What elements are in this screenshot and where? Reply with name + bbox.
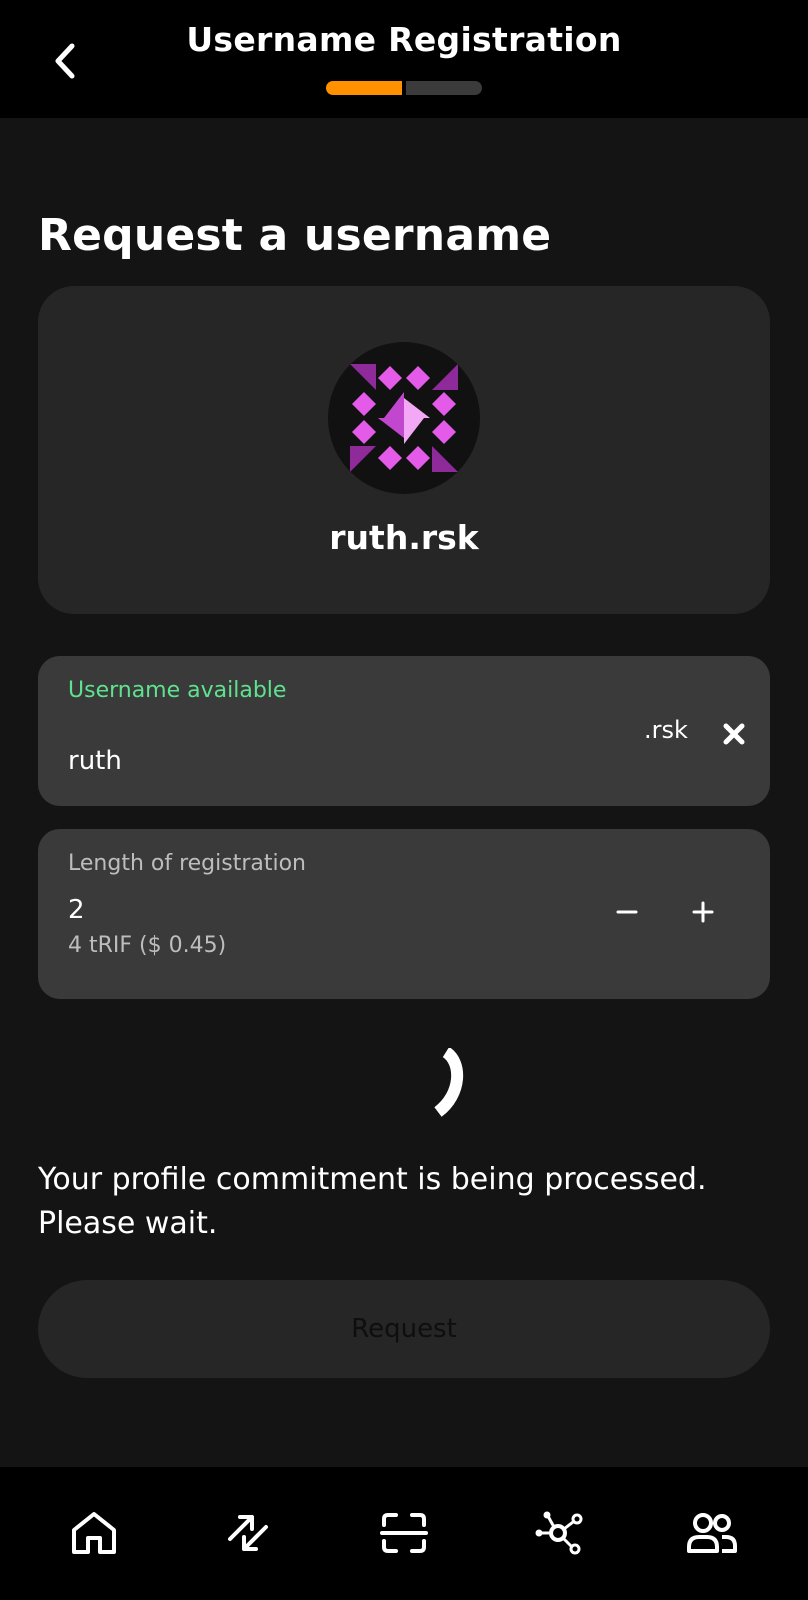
page-title: Request a username — [38, 210, 552, 261]
bottom-nav — [0, 1467, 808, 1600]
contacts-icon — [687, 1513, 737, 1553]
minus-icon — [616, 910, 638, 914]
identicon-avatar — [350, 364, 458, 472]
progress-step-inactive — [406, 81, 482, 95]
home-icon — [72, 1512, 116, 1554]
nav-contacts[interactable] — [684, 1505, 740, 1561]
header-title: Username Registration — [186, 20, 622, 59]
close-icon — [723, 723, 745, 745]
spinner-icon — [434, 1046, 464, 1117]
registration-length-value: 2 — [68, 895, 85, 925]
step-progress — [326, 81, 482, 95]
scan-icon — [380, 1513, 428, 1553]
decrement-button[interactable] — [604, 889, 650, 935]
avatar — [328, 342, 480, 494]
app-header: Username Registration — [0, 0, 808, 118]
loading-spinner — [422, 1046, 482, 1120]
username-field[interactable]: Username available ruth .rsk — [38, 656, 770, 806]
username-status-label: Username available — [68, 678, 287, 703]
registration-length-label: Length of registration — [68, 851, 307, 876]
nav-home[interactable] — [66, 1505, 122, 1561]
clear-username-button[interactable] — [716, 716, 752, 752]
registration-length-field: Length of registration 2 4 tRIF ($ 0.45) — [38, 829, 770, 999]
nav-network[interactable] — [530, 1505, 586, 1561]
processing-message: Your profile commitment is being process… — [38, 1162, 707, 1241]
request-button[interactable]: Request — [38, 1280, 770, 1378]
increment-button[interactable] — [680, 889, 726, 935]
plus-icon — [692, 901, 714, 923]
network-icon — [535, 1511, 583, 1555]
registration-price: 4 tRIF ($ 0.45) — [68, 933, 227, 958]
profile-name: ruth.rsk — [329, 518, 479, 557]
profile-card: ruth.rsk — [38, 286, 770, 614]
transfer-icon — [228, 1515, 268, 1551]
nav-transfer[interactable] — [220, 1505, 276, 1561]
username-input[interactable]: ruth — [68, 746, 122, 776]
nav-scan[interactable] — [376, 1505, 432, 1561]
domain-suffix: .rsk — [644, 716, 688, 744]
progress-step-active — [326, 81, 402, 95]
